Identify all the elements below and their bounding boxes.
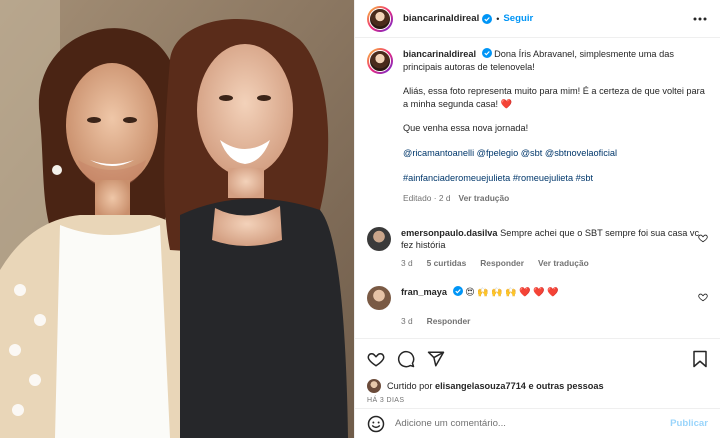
verified-badge-icon xyxy=(481,48,492,58)
commenter-avatar[interactable] xyxy=(367,226,391,251)
caption-text-2: Aliás, essa foto representa muito para m… xyxy=(403,86,705,109)
liked-by-prefix: Curtido por xyxy=(387,381,433,391)
comment-likes[interactable]: 5 curtidas xyxy=(427,258,467,268)
caption-avatar[interactable] xyxy=(367,48,393,74)
comment-item: fran_maya 😍 🙌 🙌 🙌 ❤️ ❤️ ❤️ 3 d Responder xyxy=(367,285,708,326)
caption-hashtags[interactable]: #ainfanciaderomeuejulieta #romeuejulieta… xyxy=(403,172,708,185)
post-panel: biancarinaldireal • Seguir biancarinaldi… xyxy=(354,0,720,438)
caption-edited: Editado · 2 d xyxy=(403,193,451,204)
comment-text: 😍 🙌 🙌 🙌 ❤️ ❤️ ❤️ xyxy=(465,286,559,297)
liked-by-suffix[interactable]: e outras pessoas xyxy=(528,381,603,391)
more-options-icon[interactable] xyxy=(692,11,708,27)
add-comment-bar: Publicar xyxy=(355,408,720,438)
share-send-icon[interactable] xyxy=(427,350,445,368)
liked-by-user[interactable]: elisangelasouza7714 xyxy=(435,381,526,391)
see-translation-link[interactable]: Ver tradução xyxy=(459,192,510,205)
reply-button[interactable]: Responder xyxy=(427,316,471,326)
comment-username[interactable]: fran_maya xyxy=(401,287,447,297)
post-image xyxy=(0,0,354,438)
comment-bubble-icon[interactable] xyxy=(397,350,415,368)
heart-icon[interactable] xyxy=(698,292,708,302)
reply-button[interactable]: Responder xyxy=(480,258,524,268)
author-username[interactable]: biancarinaldireal xyxy=(403,13,479,24)
author-avatar[interactable] xyxy=(367,5,393,32)
caption-username[interactable]: biancarinaldireal xyxy=(403,49,476,59)
post-header: biancarinaldireal • Seguir xyxy=(355,0,720,38)
heart-icon[interactable] xyxy=(698,233,708,243)
verified-badge-icon xyxy=(482,13,493,24)
verified-badge-icon xyxy=(452,285,463,296)
emoji-icon[interactable] xyxy=(367,415,385,433)
comment-time: 3 d xyxy=(401,257,413,268)
comment-item: emersonpaulo.dasilva Sempre achei que o … xyxy=(367,226,708,268)
post-photo[interactable] xyxy=(0,0,354,438)
caption-mentions[interactable]: @ricamantoanelli @fpelegio @sbt @sbtnove… xyxy=(403,147,708,160)
caption: biancarinaldireal Dona Íris Abravanel, s… xyxy=(367,48,708,205)
comments-section[interactable]: biancarinaldireal Dona Íris Abravanel, s… xyxy=(355,38,720,338)
post-comment-button[interactable]: Publicar xyxy=(670,418,708,429)
see-translation-link[interactable]: Ver tradução xyxy=(538,258,589,268)
follow-button[interactable]: Seguir xyxy=(503,13,533,24)
comment-input[interactable] xyxy=(395,418,671,429)
comment-username[interactable]: emersonpaulo.dasilva xyxy=(401,228,498,238)
instagram-post: biancarinaldireal • Seguir biancarinaldi… xyxy=(0,0,720,438)
commenter-avatar[interactable] xyxy=(367,285,391,310)
bookmark-icon[interactable] xyxy=(692,350,708,368)
caption-text-3: Que venha essa nova jornada! xyxy=(403,123,529,134)
comment-time: 3 d xyxy=(401,315,413,326)
header-separator: • xyxy=(496,13,500,24)
liker-avatar[interactable] xyxy=(367,379,381,393)
post-date[interactable]: HÁ 3 DIAS xyxy=(367,397,708,404)
liked-by: Curtido por elisangelasouza7714 e outras… xyxy=(367,379,708,393)
like-heart-icon[interactable] xyxy=(367,350,385,368)
